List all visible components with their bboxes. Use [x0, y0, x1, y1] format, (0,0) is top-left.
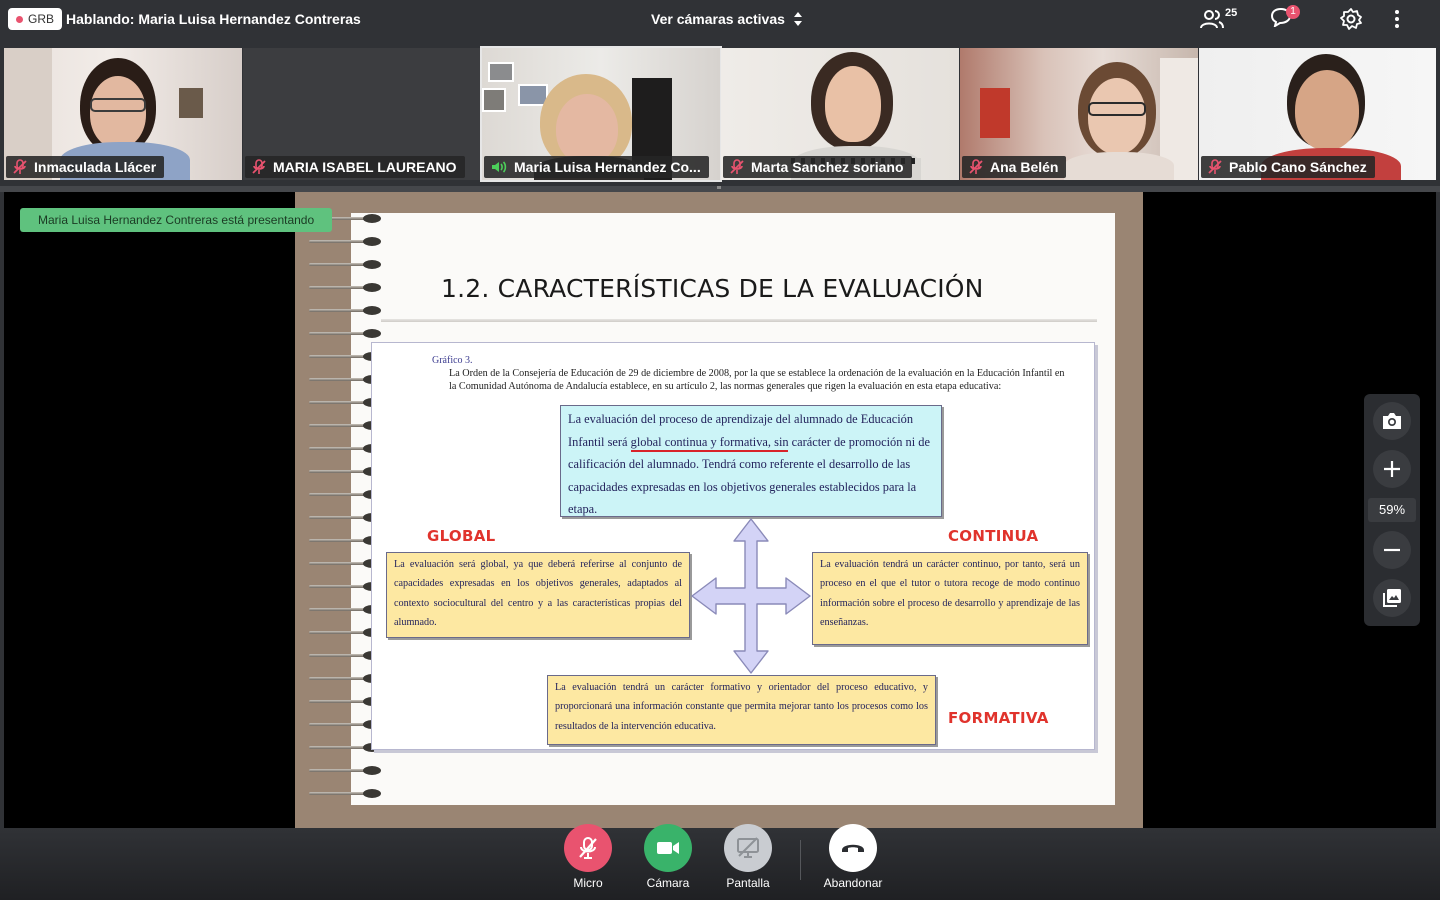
chat-notification-badge: 1: [1286, 4, 1300, 19]
zoom-controls: 59%: [1364, 394, 1420, 626]
zoom-out-button[interactable]: [1373, 531, 1411, 569]
video-tile-active-speaker[interactable]: Maria Luisa Hernandez Co...: [480, 46, 722, 182]
center-definition-box: La evaluación del proceso de aprendizaje…: [560, 405, 942, 517]
shared-screen: Maria Luisa Hernandez Contreras está pre…: [4, 192, 1436, 828]
camera-strip: Inmaculada Llácer MARIA ISABEL LAUREANO …: [0, 38, 1440, 186]
global-box: La evaluación será global, ya que deberá…: [386, 552, 690, 638]
global-label: GLOBAL: [427, 527, 496, 545]
participant-name-bar: Maria Luisa Hernandez Co...: [484, 156, 709, 178]
mic-muted-icon: [252, 159, 266, 174]
formativa-label: FORMATIVA: [948, 709, 1049, 727]
snapshot-button[interactable]: [1373, 402, 1411, 440]
video-camera-icon: [657, 842, 679, 854]
active-cameras-toggle[interactable]: Ver cámaras activas: [651, 11, 803, 27]
mic-button[interactable]: [564, 824, 612, 872]
presentation-slide: 1.2. CARACTERÍSTICAS DE LA EVALUACIÓN Gr…: [295, 192, 1143, 828]
video-tile[interactable]: MARIA ISABEL LAUREANO: [243, 48, 481, 180]
figure-intro-text: La Orden de la Consejería de Educación d…: [449, 368, 1065, 392]
participants-icon: [1200, 10, 1224, 29]
evaluation-diagram: Gráfico 3. La Orden de la Consejería de …: [371, 342, 1095, 750]
participant-name-bar: Ana Belén: [962, 156, 1067, 178]
leave-control[interactable]: Abandonar: [813, 824, 893, 890]
participant-name-bar: Pablo Cano Sánchez: [1201, 156, 1375, 178]
camera-control[interactable]: Cámara: [628, 824, 708, 890]
settings-icon: [1340, 8, 1362, 30]
gallery-icon: [1383, 589, 1401, 607]
mic-muted-icon: [579, 837, 597, 859]
participant-name: Marta Sanchez soriano: [751, 159, 904, 175]
talking-indicator: Hablando: Maria Luisa Hernandez Contrera…: [66, 11, 361, 27]
controls-separator: [800, 840, 801, 880]
participant-name: Ana Belén: [990, 159, 1059, 175]
participants-count: 25: [1225, 7, 1238, 19]
video-conference-app: GRB Hablando: Maria Luisa Hernandez Cont…: [0, 0, 1440, 900]
active-cameras-label: Ver cámaras activas: [651, 11, 785, 27]
gallery-button[interactable]: [1373, 579, 1411, 617]
participant-name: Maria Luisa Hernandez Co...: [514, 159, 701, 175]
participant-name: MARIA ISABEL LAUREANO: [273, 159, 457, 175]
zoom-in-icon: [1384, 461, 1400, 477]
screen-share-button[interactable]: [724, 824, 772, 872]
mic-muted-icon: [1208, 159, 1222, 174]
formativa-box: La evaluación tendrá un carácter formati…: [547, 675, 936, 745]
settings-button[interactable]: [1340, 6, 1362, 32]
center-text-highlight: global continua y formativa: [630, 434, 768, 449]
hang-up-icon: [842, 844, 864, 852]
record-dot-icon: [16, 15, 23, 23]
participants-button[interactable]: 25: [1200, 6, 1237, 32]
camera-label: Cámara: [646, 876, 690, 890]
slide-title: 1.2. CARACTERÍSTICAS DE LA EVALUACIÓN: [441, 274, 984, 303]
sort-icon: [793, 12, 802, 26]
participant-name: Pablo Cano Sánchez: [1229, 159, 1367, 175]
camera-icon: [1383, 413, 1401, 429]
screen-share-label: Pantalla: [726, 876, 770, 890]
speaker-active-icon: [492, 161, 507, 173]
participant-name-bar: MARIA ISABEL LAUREANO: [245, 156, 465, 178]
camera-button[interactable]: [644, 824, 692, 872]
screen-share-off-icon: [737, 837, 759, 858]
more-options-button[interactable]: [1388, 6, 1406, 32]
top-bar: GRB Hablando: Maria Luisa Hernandez Cont…: [0, 0, 1440, 38]
title-divider: [381, 319, 1097, 322]
more-icon: [1395, 10, 1399, 28]
video-tile[interactable]: Inmaculada Llácer: [4, 48, 242, 180]
mic-muted-icon: [13, 159, 27, 174]
resize-grip: [717, 186, 721, 189]
participant-name-bar: Inmaculada Llácer: [6, 156, 165, 178]
mic-control[interactable]: Micro: [548, 824, 628, 890]
room-badge[interactable]: GRB: [8, 8, 63, 30]
screen-share-control[interactable]: Pantalla: [708, 824, 788, 890]
zoom-out-icon: [1384, 548, 1400, 552]
zoom-in-button[interactable]: [1373, 450, 1411, 488]
four-way-arrow-icon: [691, 518, 811, 674]
continua-box: La evaluación tendrá un carácter continu…: [812, 552, 1088, 645]
chat-button[interactable]: 1: [1270, 4, 1300, 32]
participant-name-bar: Marta Sanchez soriano: [723, 156, 912, 178]
figure-label: Gráfico 3.: [432, 355, 473, 366]
continua-label: CONTINUA: [948, 527, 1039, 545]
presenter-badge: Maria Luisa Hernandez Contreras está pre…: [20, 208, 333, 232]
leave-label: Abandonar: [823, 876, 883, 890]
mic-label: Micro: [573, 876, 603, 890]
call-controls-bar: Micro Cámara Pantalla Abandonar: [0, 824, 1440, 900]
mic-muted-icon: [969, 159, 983, 174]
mic-muted-icon: [730, 159, 744, 174]
leave-button[interactable]: [829, 824, 877, 872]
room-code: GRB: [28, 12, 55, 26]
participant-name: Inmaculada Llácer: [34, 159, 157, 175]
highlight-underline: [631, 450, 788, 452]
zoom-level: 59%: [1368, 498, 1416, 522]
video-tile[interactable]: Marta Sanchez soriano: [721, 48, 959, 180]
video-tile[interactable]: Pablo Cano Sánchez: [1199, 48, 1436, 180]
video-tile[interactable]: Ana Belén: [960, 48, 1198, 180]
